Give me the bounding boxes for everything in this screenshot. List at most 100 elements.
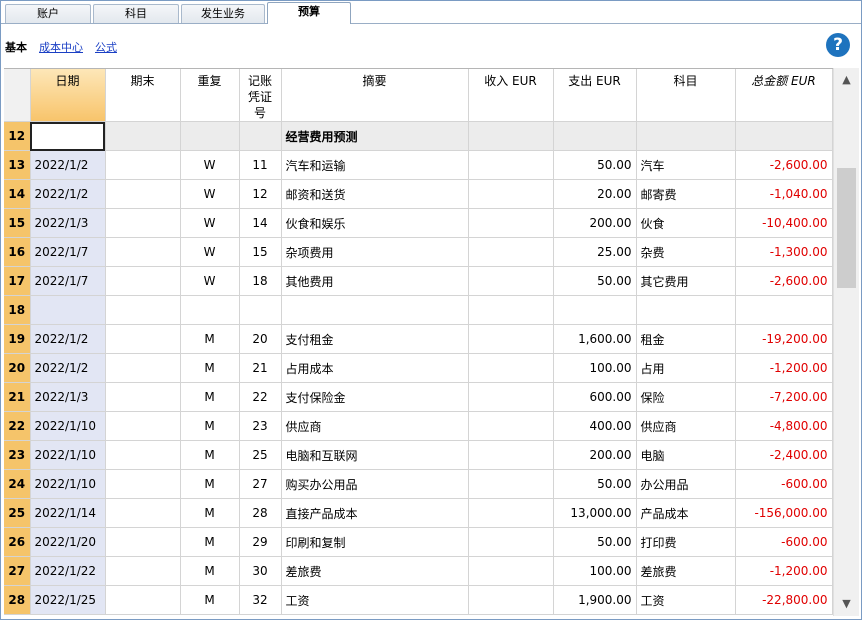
cell-doc[interactable]: 23 <box>239 411 282 441</box>
cell-description[interactable]: 经营费用预测 <box>281 121 469 151</box>
cell-description[interactable]: 支付保险金 <box>281 382 469 412</box>
cell-total[interactable]: -1,200.00 <box>735 556 833 586</box>
cell-period-end[interactable] <box>105 585 181 615</box>
cell-doc[interactable]: 18 <box>239 266 282 296</box>
row-number[interactable]: 17 <box>4 266 31 296</box>
cell-repeat[interactable]: M <box>180 469 240 499</box>
cell-category[interactable]: 差旅费 <box>636 556 736 586</box>
cell-expense[interactable]: 100.00 <box>553 556 637 586</box>
cell-income[interactable] <box>468 237 554 267</box>
cell-category[interactable]: 电脑 <box>636 440 736 470</box>
cell-expense[interactable]: 200.00 <box>553 208 637 238</box>
cell-total[interactable] <box>735 121 833 151</box>
cell-total[interactable]: -1,040.00 <box>735 179 833 209</box>
table-row[interactable]: 27 2022/1/22 M 30 差旅费 100.00 差旅费 -1,200.00 <box>4 556 833 586</box>
vertical-scrollbar[interactable]: ▲ ▼ <box>833 68 859 616</box>
view-formula-link[interactable]: 公式 <box>95 39 117 55</box>
cell-category[interactable] <box>636 295 736 325</box>
cell-repeat[interactable]: M <box>180 324 240 354</box>
tab-transactions[interactable]: 发生业务 <box>181 4 265 23</box>
cell-period-end[interactable] <box>105 266 181 296</box>
cell-date[interactable]: 2022/1/2 <box>30 353 106 383</box>
table-row[interactable]: 15 2022/1/3 W 14 伙食和娱乐 200.00 伙食 -10,400.00 <box>4 208 833 238</box>
table-row[interactable]: 17 2022/1/7 W 18 其他费用 50.00 其它费用 -2,600.00 <box>4 266 833 296</box>
cell-period-end[interactable] <box>105 324 181 354</box>
cell-category[interactable]: 杂费 <box>636 237 736 267</box>
row-number[interactable]: 15 <box>4 208 31 238</box>
cell-period-end[interactable] <box>105 469 181 499</box>
cell-date[interactable]: 2022/1/3 <box>30 382 106 412</box>
cell-income[interactable] <box>468 556 554 586</box>
cell-period-end[interactable] <box>105 440 181 470</box>
cell-period-end[interactable] <box>105 208 181 238</box>
cell-expense[interactable]: 25.00 <box>553 237 637 267</box>
cell-total[interactable]: -19,200.00 <box>735 324 833 354</box>
cell-period-end[interactable] <box>105 353 181 383</box>
cell-period-end[interactable] <box>105 556 181 586</box>
cell-date[interactable] <box>30 295 106 325</box>
cell-expense[interactable]: 50.00 <box>553 150 637 180</box>
row-number[interactable]: 16 <box>4 237 31 267</box>
row-number[interactable]: 24 <box>4 469 31 499</box>
row-number[interactable]: 28 <box>4 585 31 615</box>
cell-repeat[interactable]: W <box>180 179 240 209</box>
cell-income[interactable] <box>468 469 554 499</box>
cell-income[interactable] <box>468 121 554 151</box>
cell-repeat[interactable]: W <box>180 237 240 267</box>
table-row[interactable]: 21 2022/1/3 M 22 支付保险金 600.00 保险 -7,200.00 <box>4 382 833 412</box>
tab-categories[interactable]: 科目 <box>93 4 179 23</box>
help-icon[interactable]: ? <box>826 33 850 57</box>
cell-doc[interactable]: 15 <box>239 237 282 267</box>
row-number[interactable]: 23 <box>4 440 31 470</box>
cell-description[interactable]: 其他费用 <box>281 266 469 296</box>
cell-date[interactable]: 2022/1/2 <box>30 324 106 354</box>
cell-income[interactable] <box>468 295 554 325</box>
row-number[interactable]: 18 <box>4 295 31 325</box>
cell-description[interactable]: 支付租金 <box>281 324 469 354</box>
cell-doc[interactable]: 30 <box>239 556 282 586</box>
cell-repeat[interactable]: W <box>180 266 240 296</box>
cell-expense[interactable] <box>553 121 637 151</box>
cell-expense[interactable]: 50.00 <box>553 266 637 296</box>
cell-income[interactable] <box>468 353 554 383</box>
row-number[interactable]: 27 <box>4 556 31 586</box>
tab-budget[interactable]: 预算 <box>267 2 351 24</box>
view-cost-center-link[interactable]: 成本中心 <box>39 39 83 55</box>
cell-date[interactable]: 2022/1/20 <box>30 527 106 557</box>
table-row[interactable]: 14 2022/1/2 W 12 邮资和送货 20.00 邮寄费 -1,040.00 <box>4 179 833 209</box>
cell-date[interactable]: 2022/1/7 <box>30 266 106 296</box>
scroll-down-icon[interactable]: ▼ <box>834 594 859 614</box>
cell-category[interactable]: 伙食 <box>636 208 736 238</box>
cell-doc[interactable]: 11 <box>239 150 282 180</box>
cell-expense[interactable]: 200.00 <box>553 440 637 470</box>
col-header-income[interactable]: 收入 EUR <box>468 69 554 122</box>
cell-doc[interactable]: 29 <box>239 527 282 557</box>
col-header-description[interactable]: 摘要 <box>281 69 469 122</box>
cell-expense[interactable]: 1,600.00 <box>553 324 637 354</box>
cell-total[interactable]: -2,400.00 <box>735 440 833 470</box>
cell-category[interactable]: 供应商 <box>636 411 736 441</box>
cell-period-end[interactable] <box>105 295 181 325</box>
table-row[interactable]: 13 2022/1/2 W 11 汽车和运输 50.00 汽车 -2,600.00 <box>4 150 833 180</box>
cell-description[interactable]: 直接产品成本 <box>281 498 469 528</box>
cell-income[interactable] <box>468 179 554 209</box>
col-header-category[interactable]: 科目 <box>636 69 736 122</box>
row-number[interactable]: 20 <box>4 353 31 383</box>
cell-category[interactable]: 工资 <box>636 585 736 615</box>
cell-doc[interactable]: 28 <box>239 498 282 528</box>
cell-repeat[interactable]: M <box>180 411 240 441</box>
cell-total[interactable]: -2,600.00 <box>735 266 833 296</box>
cell-total[interactable] <box>735 295 833 325</box>
cell-income[interactable] <box>468 585 554 615</box>
cell-doc[interactable]: 22 <box>239 382 282 412</box>
cell-doc[interactable]: 32 <box>239 585 282 615</box>
cell-description[interactable]: 印刷和复制 <box>281 527 469 557</box>
table-row[interactable]: 24 2022/1/10 M 27 购买办公用品 50.00 办公用品 -600.00 <box>4 469 833 499</box>
cell-income[interactable] <box>468 498 554 528</box>
cell-date[interactable]: 2022/1/2 <box>30 150 106 180</box>
cell-repeat[interactable]: M <box>180 353 240 383</box>
col-header-expense[interactable]: 支出 EUR <box>553 69 637 122</box>
cell-category[interactable]: 占用 <box>636 353 736 383</box>
cell-period-end[interactable] <box>105 527 181 557</box>
row-number[interactable]: 13 <box>4 150 31 180</box>
